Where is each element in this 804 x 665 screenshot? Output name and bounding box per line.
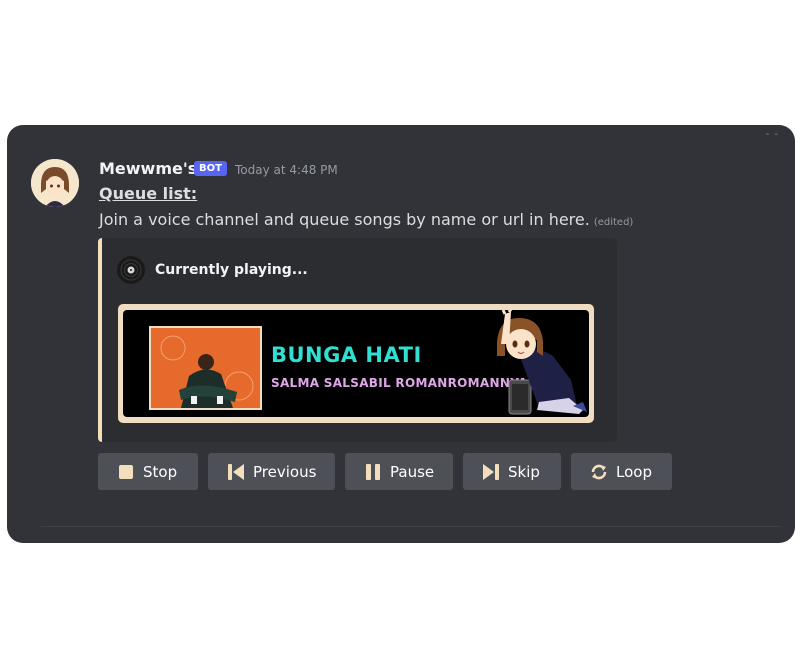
now-playing-card-inner: BUNGA HATI SALMA SALSABIL ROMANROMANNYA [123, 310, 589, 417]
pause-button-label: Pause [390, 462, 435, 481]
previous-button-label: Previous [253, 462, 317, 481]
previous-icon [227, 463, 245, 481]
more-options-icon[interactable]: - - [766, 129, 779, 140]
pause-icon [364, 463, 382, 481]
avatar[interactable] [31, 159, 79, 207]
stop-button-label: Stop [143, 462, 178, 481]
loop-button-label: Loop [616, 462, 652, 481]
queue-list-heading: Queue list: [99, 184, 198, 203]
username[interactable]: Mewwme's [99, 159, 197, 178]
message-body: Join a voice channel and queue songs by … [99, 210, 590, 229]
now-playing-card: BUNGA HATI SALMA SALSABIL ROMANROMANNYA [118, 304, 594, 423]
divider [41, 526, 781, 527]
chat-panel: - - Mewwme's BOT Today at 4:48 PM Queue … [7, 125, 795, 543]
skip-button[interactable]: Skip [463, 453, 561, 490]
vinyl-record-icon [116, 255, 146, 285]
album-cover [149, 326, 262, 410]
stop-icon [117, 463, 135, 481]
pause-button[interactable]: Pause [345, 453, 453, 490]
message-text: Join a voice channel and queue songs by … [99, 210, 633, 229]
anime-character-illustration [479, 310, 589, 417]
loop-button[interactable]: Loop [571, 453, 672, 490]
loop-icon [590, 463, 608, 481]
bot-badge: BOT [194, 161, 227, 176]
skip-icon [482, 463, 500, 481]
song-title: BUNGA HATI [271, 343, 422, 367]
stop-button[interactable]: Stop [98, 453, 198, 490]
skip-button-label: Skip [508, 462, 540, 481]
embed-author: Currently playing... [155, 262, 308, 278]
previous-button[interactable]: Previous [208, 453, 335, 490]
message-timestamp: Today at 4:48 PM [235, 163, 338, 177]
now-playing-embed: Currently playing... BUNGA HATI SALMA SA… [98, 238, 617, 442]
edited-label: (edited) [593, 217, 634, 228]
